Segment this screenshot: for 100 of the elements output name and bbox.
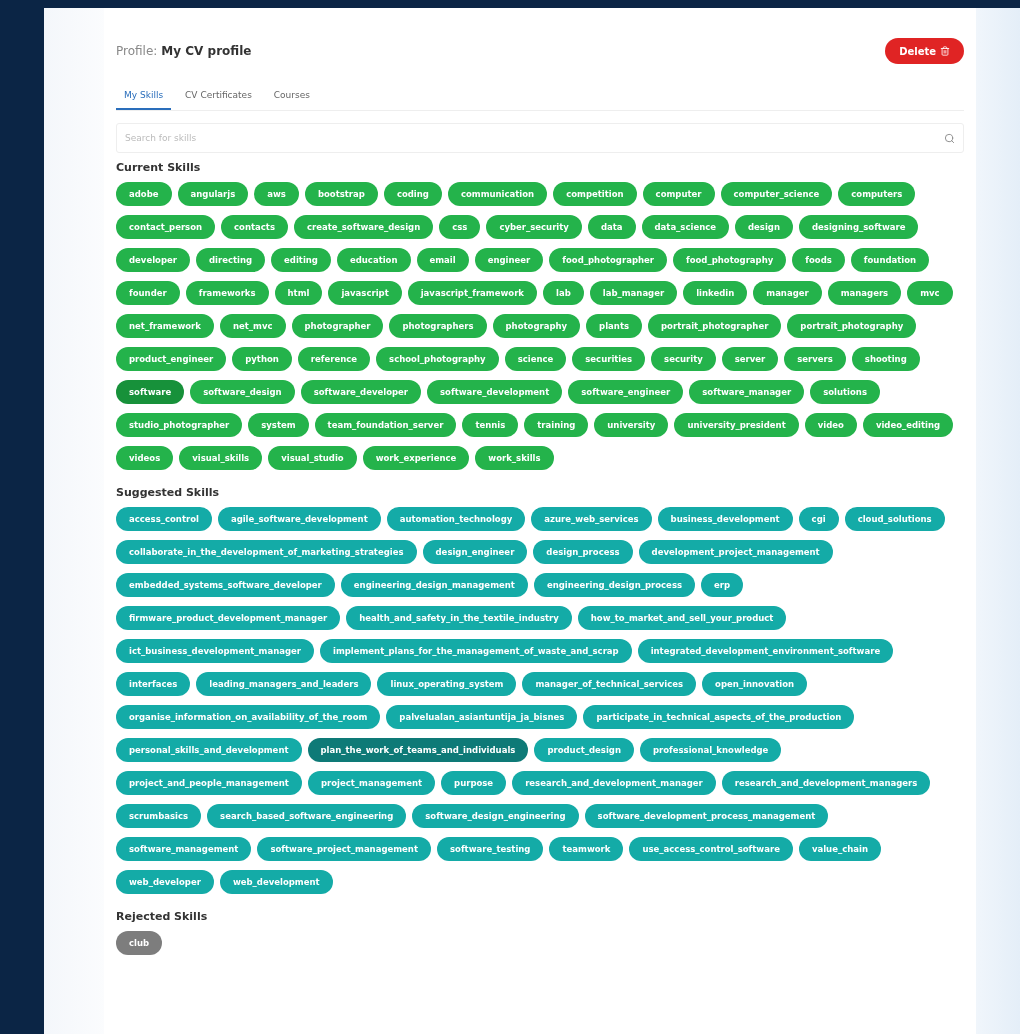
skill-tag[interactable]: lab xyxy=(543,281,584,305)
skill-tag[interactable]: open_innovation xyxy=(702,672,808,696)
skill-tag[interactable]: solutions xyxy=(810,380,880,404)
skill-tag[interactable]: software_developer xyxy=(300,380,422,404)
skill-tag[interactable]: cloud_solutions xyxy=(844,507,945,531)
skill-tag[interactable]: software_testing xyxy=(437,837,544,861)
tab[interactable]: Courses xyxy=(265,84,318,110)
skill-tag[interactable]: frameworks xyxy=(185,281,269,305)
skill-tag[interactable]: scrumbasics xyxy=(116,804,202,828)
skill-tag[interactable]: web_development xyxy=(219,870,333,894)
skill-tag[interactable]: training xyxy=(524,413,589,437)
skill-tag[interactable]: food_photographer xyxy=(549,248,667,272)
skill-tag[interactable]: health_and_safety_in_the_textile_industry xyxy=(346,606,572,630)
skill-tag[interactable]: email xyxy=(416,248,469,272)
skill-tag[interactable]: photography xyxy=(492,314,581,338)
skill-tag[interactable]: video_editing xyxy=(862,413,954,437)
skill-tag[interactable]: cgi xyxy=(798,507,839,531)
skill-tag[interactable]: managers xyxy=(827,281,902,305)
tab[interactable]: My Skills xyxy=(116,84,172,110)
skill-tag[interactable]: photographer xyxy=(291,314,384,338)
skill-tag[interactable]: data_science xyxy=(641,215,729,239)
delete-button[interactable]: Delete xyxy=(885,38,964,64)
skill-tag[interactable]: photographers xyxy=(389,314,487,338)
skill-tag[interactable]: purpose xyxy=(441,771,507,795)
skill-tag[interactable]: editing xyxy=(271,248,331,272)
skill-tag[interactable]: communication xyxy=(447,182,548,206)
skill-tag[interactable]: education xyxy=(336,248,411,272)
search-field[interactable]: Search for skills xyxy=(116,123,964,153)
skill-tag[interactable]: linux_operating_system xyxy=(377,672,517,696)
skill-tag[interactable]: science xyxy=(504,347,567,371)
skill-tag[interactable]: mvc xyxy=(907,281,953,305)
skill-tag[interactable]: net_framework xyxy=(116,314,214,338)
skill-tag[interactable]: manager_of_technical_services xyxy=(522,672,697,696)
skill-tag[interactable]: create_software_design xyxy=(293,215,434,239)
skill-tag[interactable]: use_access_control_software xyxy=(629,837,793,861)
skill-tag[interactable]: access_control xyxy=(116,507,212,531)
skill-tag[interactable]: school_photography xyxy=(376,347,499,371)
skill-tag[interactable]: leading_managers_and_leaders xyxy=(196,672,372,696)
skill-tag[interactable]: developer xyxy=(116,248,190,272)
skill-tag[interactable]: work_skills xyxy=(475,446,554,470)
skill-tag[interactable]: founder xyxy=(116,281,180,305)
skill-tag[interactable]: research_and_development_manager xyxy=(512,771,716,795)
skill-tag[interactable]: foundation xyxy=(850,248,930,272)
skill-tag[interactable]: teamwork xyxy=(549,837,624,861)
skill-tag[interactable]: design_engineer xyxy=(422,540,528,564)
skill-tag[interactable]: computer_science xyxy=(720,182,833,206)
skill-tag[interactable]: python xyxy=(232,347,292,371)
tab[interactable]: CV Certificates xyxy=(177,84,260,110)
skill-tag[interactable]: work_experience xyxy=(362,446,470,470)
skill-tag[interactable]: videos xyxy=(116,446,174,470)
skill-tag[interactable]: professional_knowledge xyxy=(639,738,782,762)
skill-tag[interactable]: server xyxy=(721,347,779,371)
skill-tag[interactable]: software xyxy=(116,380,185,404)
skill-tag[interactable]: design xyxy=(735,215,793,239)
skill-tag[interactable]: competition xyxy=(553,182,637,206)
skill-tag[interactable]: team_foundation_server xyxy=(314,413,457,437)
skill-tag[interactable]: integrated_development_environment_software xyxy=(637,639,894,663)
skill-tag[interactable]: university_president xyxy=(674,413,799,437)
skill-tag[interactable]: plan_the_work_of_teams_and_individuals xyxy=(307,738,529,762)
skill-tag[interactable]: software_management xyxy=(116,837,252,861)
skill-tag[interactable]: system xyxy=(248,413,309,437)
skill-tag[interactable]: security xyxy=(651,347,716,371)
skill-tag[interactable]: manager xyxy=(753,281,822,305)
skill-tag[interactable]: collaborate_in_the_development_of_marketing_strategies xyxy=(116,540,417,564)
skill-tag[interactable]: automation_technology xyxy=(386,507,526,531)
skill-tag[interactable]: design_process xyxy=(533,540,633,564)
skill-tag[interactable]: adobe xyxy=(116,182,172,206)
skill-tag[interactable]: embedded_systems_software_developer xyxy=(116,573,335,597)
skill-tag[interactable]: software_project_management xyxy=(257,837,431,861)
skill-tag[interactable]: software_design xyxy=(190,380,295,404)
skill-tag[interactable]: value_chain xyxy=(798,837,881,861)
skill-tag[interactable]: data xyxy=(587,215,636,239)
skill-tag[interactable]: engineer xyxy=(474,248,544,272)
skill-tag[interactable]: participate_in_technical_aspects_of_the_production xyxy=(583,705,855,729)
skill-tag[interactable]: cyber_security xyxy=(486,215,582,239)
skill-tag[interactable]: visual_studio xyxy=(268,446,357,470)
skill-tag[interactable]: computers xyxy=(838,182,916,206)
skill-tag[interactable]: portrait_photographer xyxy=(648,314,782,338)
skill-tag[interactable]: software_development_process_management xyxy=(584,804,829,828)
skill-tag[interactable]: contact_person xyxy=(116,215,216,239)
skill-tag[interactable]: engineering_design_process xyxy=(533,573,695,597)
skill-tag[interactable]: aws xyxy=(254,182,299,206)
skill-tag[interactable]: project_and_people_management xyxy=(116,771,302,795)
skill-tag[interactable]: linkedin xyxy=(683,281,748,305)
skill-tag[interactable]: product_engineer xyxy=(116,347,227,371)
skill-tag[interactable]: research_and_development_managers xyxy=(721,771,931,795)
skill-tag[interactable]: search_based_software_engineering xyxy=(207,804,407,828)
skill-tag[interactable]: development_project_management xyxy=(638,540,833,564)
skill-tag[interactable]: university xyxy=(594,413,669,437)
skill-tag[interactable]: engineering_design_management xyxy=(340,573,528,597)
skill-tag[interactable]: securities xyxy=(572,347,646,371)
skill-tag[interactable]: visual_skills xyxy=(179,446,263,470)
skill-tag[interactable]: angularjs xyxy=(177,182,249,206)
skill-tag[interactable]: designing_software xyxy=(799,215,919,239)
skill-tag[interactable]: agile_software_development xyxy=(217,507,381,531)
skill-tag[interactable]: lab_manager xyxy=(589,281,678,305)
skill-tag[interactable]: computer xyxy=(642,182,715,206)
skill-tag[interactable]: business_development xyxy=(657,507,793,531)
skill-tag[interactable]: net_mvc xyxy=(219,314,286,338)
skill-tag[interactable]: firmware_product_development_manager xyxy=(116,606,341,630)
